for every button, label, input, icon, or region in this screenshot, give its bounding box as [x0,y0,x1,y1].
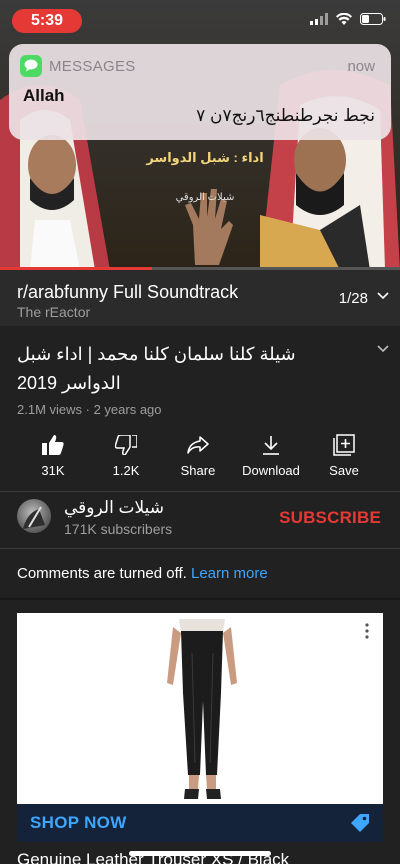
subscribe-button[interactable]: SUBSCRIBE [279,508,381,528]
learn-more-link[interactable]: Learn more [191,565,268,582]
dislike-button[interactable]: 1.2K [86,432,166,478]
video-overlay-text: اداء : شبل الدواسر شيلات الروقي [140,150,270,203]
share-button[interactable]: Share [158,432,238,478]
action-bar: 31K 1.2K Share Download Save [0,432,400,482]
message-notification[interactable]: MESSAGES now Allah نجط نجرطنطنج٦رنج٧ن ٧ [9,44,391,140]
notification-time: now [347,58,375,75]
dislike-count: 1.2K [112,463,140,478]
save-button[interactable]: Save [304,432,384,478]
signal-icon [310,13,328,25]
ad-image[interactable] [17,613,383,804]
thumbs-up-icon [42,435,64,455]
like-count: 31K [41,463,65,478]
playlist-channel: The rEactor [17,304,91,320]
divider [0,491,400,492]
messages-app-icon [20,55,42,77]
save-label: Save [329,463,359,478]
add-to-playlist-icon [333,434,355,456]
ad-product-figure [167,619,237,799]
comments-off-text: Comments are turned off. [17,565,187,582]
shop-now-bar[interactable]: SHOP NOW [17,804,383,842]
video-overlay-line1: اداء : شبل الدواسر [146,150,264,165]
divider [0,598,400,600]
channel-subscribers: 171K subscribers [64,521,173,537]
download-label: Download [242,463,300,478]
wifi-icon [336,13,352,25]
thumbs-down-icon [115,435,137,455]
divider [0,548,400,549]
playlist-position: 1/28 [338,290,368,307]
video-title[interactable]: شيلة كلنا سلمان كلنا محمد | اداء شبل الد… [17,340,357,398]
home-indicator[interactable] [129,851,271,856]
like-button[interactable]: 31K [13,432,93,478]
status-time: 5:39 [12,9,82,33]
notification-app-name: MESSAGES [49,58,136,75]
share-label: Share [180,463,216,478]
download-icon [263,436,279,455]
status-icons [310,13,386,25]
comments-notice: Comments are turned off. Learn more [17,565,268,582]
video-overlay-line2: شيلات الروقي [175,192,235,203]
playlist-title: r/arabfunny Full Soundtrack [17,282,239,302]
battery-icon [360,13,386,25]
shop-now-button[interactable]: SHOP NOW [30,813,127,833]
price-tag-icon [351,814,369,832]
video-meta: 2.1M views · 2 years ago [17,402,162,417]
notification-sender: Allah [23,86,65,105]
status-bar: 5:39 [0,0,400,40]
playlist-bar[interactable]: r/arabfunny Full Soundtrack The rEactor … [0,270,400,326]
download-button[interactable]: Download [231,432,311,478]
chevron-down-icon[interactable] [377,292,389,300]
share-icon [187,436,209,454]
expand-description-chevron-icon[interactable] [377,345,389,353]
channel-name[interactable]: شيلات الروقي [64,498,164,518]
notification-body: نجط نجرطنطنج٦رنج٧ن ٧ [196,106,375,125]
channel-avatar[interactable] [17,499,51,533]
more-options-icon[interactable] [365,623,369,639]
